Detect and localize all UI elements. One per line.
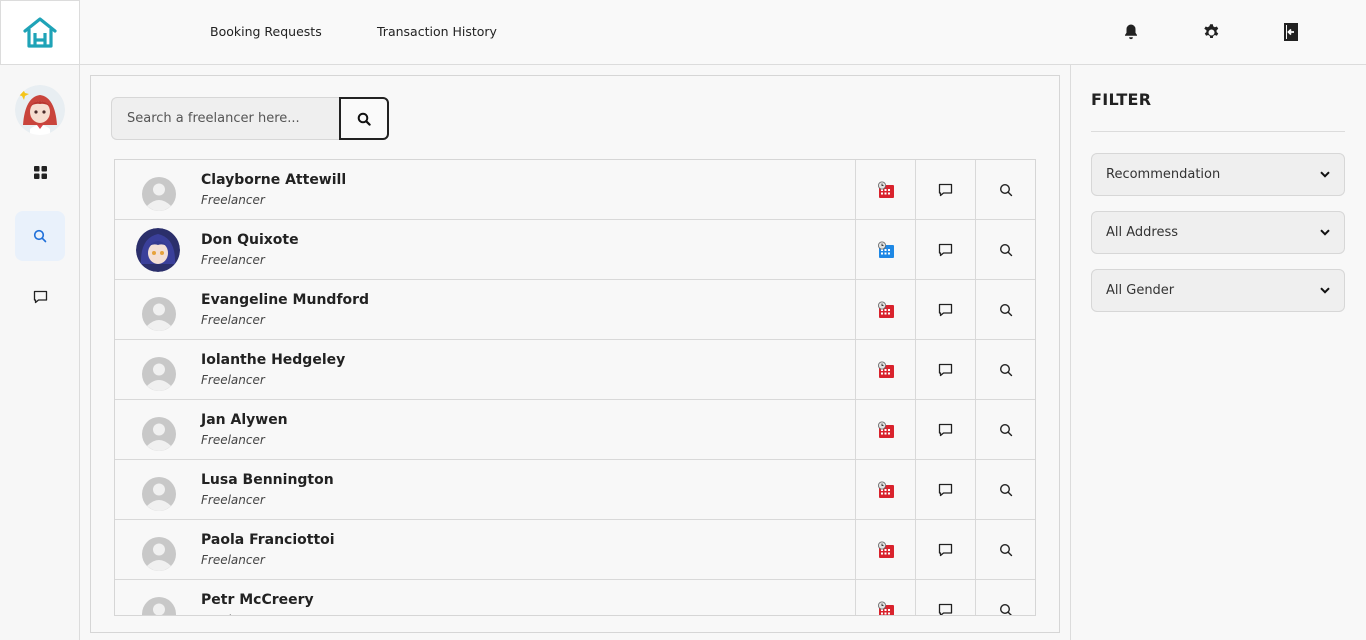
address-select[interactable]: All Address	[1091, 211, 1345, 254]
table-row: Paola Franciottoi Freelancer	[115, 520, 1035, 580]
table-row: Evangeline Mundford Freelancer	[115, 280, 1035, 340]
freelancer-name: Evangeline Mundford	[201, 292, 370, 308]
view-profile-icon[interactable]	[975, 340, 1035, 400]
schedule-icon[interactable]	[855, 340, 915, 400]
sort-select-value: Recommendation	[1106, 167, 1221, 182]
freelancer-role: Freelancer	[201, 493, 265, 507]
message-icon[interactable]	[915, 520, 975, 580]
sort-select[interactable]: Recommendation	[1091, 153, 1345, 196]
gear-icon[interactable]	[1200, 21, 1222, 43]
filter-title: FILTER	[1091, 90, 1152, 109]
message-icon[interactable]	[915, 400, 975, 460]
chevron-down-icon	[1320, 287, 1330, 294]
filter-panel: FILTER Recommendation All Address All Ge…	[1070, 65, 1366, 640]
freelancer-name: Jan Alywen	[201, 412, 288, 428]
table-row: Clayborne Attewill Freelancer	[115, 160, 1035, 220]
freelancer-role: Freelancer	[201, 253, 265, 267]
gender-select-value: All Gender	[1106, 283, 1175, 298]
bell-icon[interactable]	[1120, 21, 1142, 43]
freelancer-name: Iolanthe Hedgeley	[201, 352, 346, 368]
avatar	[137, 292, 181, 336]
table-row: Jan Alywen Freelancer	[115, 400, 1035, 460]
view-profile-icon[interactable]	[975, 460, 1035, 520]
freelancer-role: Freelancer	[201, 193, 265, 207]
avatar	[137, 412, 181, 456]
view-profile-icon[interactable]	[975, 280, 1035, 340]
freelancer-list-panel: Clayborne Attewill Freelancer Don Quixote F…	[90, 75, 1060, 633]
schedule-icon[interactable]	[855, 460, 915, 520]
home-logo-icon	[23, 16, 57, 48]
nav-transaction-history[interactable]: Transaction History	[377, 24, 497, 39]
search-icon	[357, 112, 371, 126]
address-select-value: All Address	[1106, 225, 1179, 240]
freelancer-name: Clayborne Attewill	[201, 172, 347, 188]
message-icon[interactable]	[915, 460, 975, 520]
freelancer-name: Paola Franciottoi	[201, 532, 335, 548]
message-icon[interactable]	[915, 340, 975, 400]
freelancer-role: Freelancer	[201, 613, 265, 615]
view-profile-icon[interactable]	[975, 400, 1035, 460]
top-bar: Booking Requests Transaction History	[0, 0, 1366, 65]
view-profile-icon[interactable]	[975, 220, 1035, 280]
schedule-icon[interactable]	[855, 400, 915, 460]
chat-icon	[33, 290, 47, 304]
freelancer-role: Freelancer	[201, 373, 265, 387]
schedule-icon[interactable]	[855, 520, 915, 580]
table-row: Iolanthe Hedgeley Freelancer	[115, 340, 1035, 400]
nav-booking-requests[interactable]: Booking Requests	[210, 24, 322, 39]
schedule-icon[interactable]	[855, 580, 915, 615]
sidebar-item-search[interactable]	[15, 211, 65, 261]
avatar	[137, 592, 181, 615]
sidebar-item-chat[interactable]	[15, 272, 65, 322]
gender-select[interactable]: All Gender	[1091, 269, 1345, 312]
message-icon[interactable]	[915, 220, 975, 280]
schedule-icon[interactable]	[855, 220, 915, 280]
freelancer-role: Freelancer	[201, 433, 265, 447]
schedule-icon[interactable]	[855, 160, 915, 220]
logout-icon[interactable]	[1280, 21, 1302, 43]
avatar	[137, 472, 181, 516]
freelancer-name: Petr McCreery	[201, 592, 314, 608]
app-logo[interactable]	[0, 0, 80, 65]
schedule-icon[interactable]	[855, 280, 915, 340]
table-row: Lusa Bennington Freelancer	[115, 460, 1035, 520]
sidebar-item-dashboard[interactable]	[15, 147, 65, 197]
filter-divider	[1091, 131, 1345, 132]
dashboard-icon	[33, 165, 47, 179]
view-profile-icon[interactable]	[975, 520, 1035, 580]
message-icon[interactable]	[915, 280, 975, 340]
search-input[interactable]	[111, 97, 339, 140]
avatar	[137, 172, 181, 216]
table-row: Don Quixote Freelancer	[115, 220, 1035, 280]
chevron-down-icon	[1320, 171, 1330, 178]
view-profile-icon[interactable]	[975, 160, 1035, 220]
avatar	[137, 352, 181, 396]
avatar	[137, 532, 181, 576]
view-profile-icon[interactable]	[975, 580, 1035, 615]
freelancer-role: Freelancer	[201, 313, 265, 327]
freelancer-table: Clayborne Attewill Freelancer Don Quixote F…	[114, 159, 1036, 616]
message-icon[interactable]	[915, 160, 975, 220]
user-avatar[interactable]	[15, 85, 65, 135]
freelancer-name: Lusa Bennington	[201, 472, 334, 488]
search-button[interactable]	[339, 97, 389, 140]
sidebar	[0, 65, 80, 640]
table-row: Petr McCreery Freelancer	[115, 580, 1035, 615]
search-bar	[111, 97, 389, 140]
search-icon	[33, 229, 47, 243]
freelancer-role: Freelancer	[201, 553, 265, 567]
chevron-down-icon	[1320, 229, 1330, 236]
avatar	[136, 228, 180, 272]
freelancer-name: Don Quixote	[201, 232, 299, 248]
message-icon[interactable]	[915, 580, 975, 615]
